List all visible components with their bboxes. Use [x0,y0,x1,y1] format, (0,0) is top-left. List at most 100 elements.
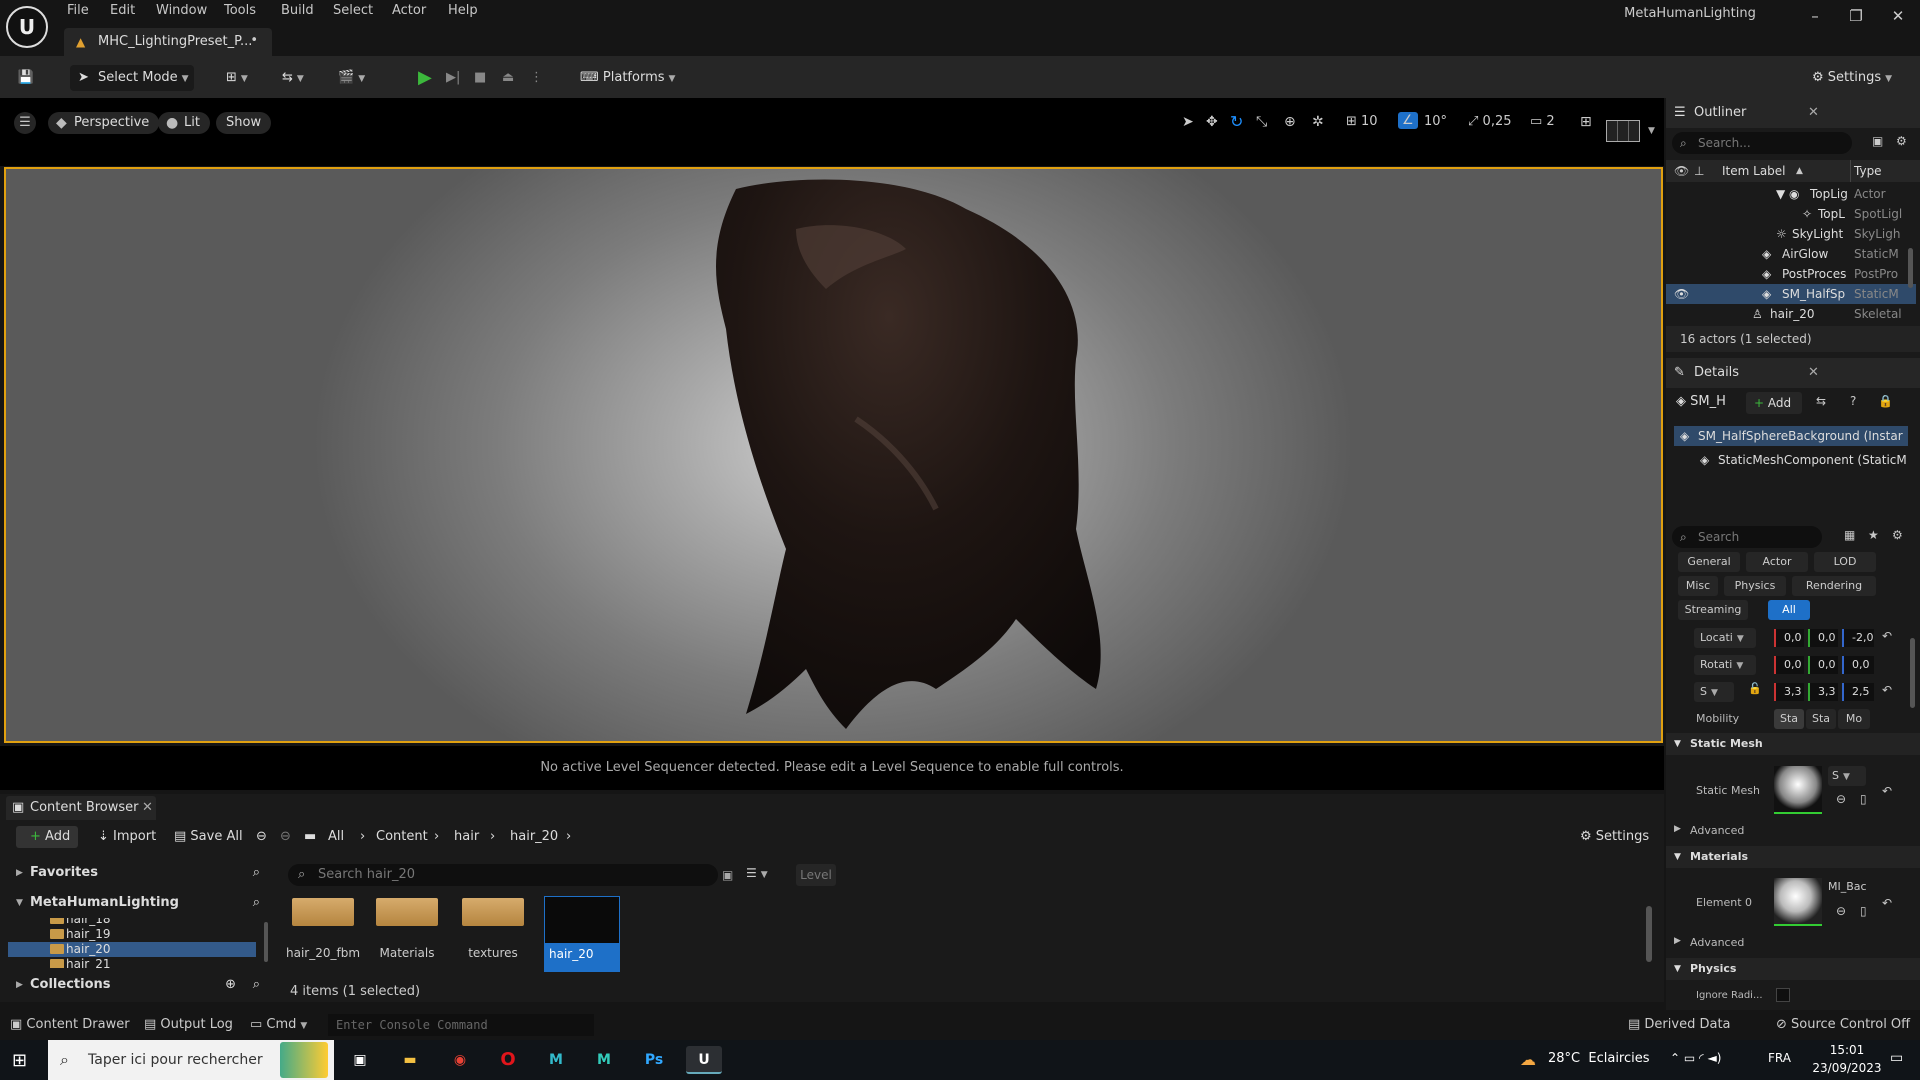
reset-icon[interactable]: ↶ [1882,629,1892,643]
search-icon[interactable]: ⌕ [253,890,260,916]
add-button[interactable]: + Add [16,826,78,848]
task-view-icon[interactable]: ▣ [342,1046,378,1074]
camera-speed-button[interactable]: ▭ 2 [1530,114,1555,129]
gear-icon[interactable]: ⚙ [1892,528,1903,542]
step-icon[interactable]: ▶| [446,65,468,91]
language-indicator[interactable]: FRA [1768,1051,1791,1065]
reset-icon[interactable]: ↶ [1882,784,1892,798]
breadcrumb-content[interactable]: Content [376,826,428,848]
advanced-toggle[interactable]: ▶ Advanced [1674,824,1744,837]
unreal-taskbar-icon[interactable]: U [686,1046,722,1074]
menu-actor[interactable]: Actor [392,3,426,21]
add-collection-icon[interactable]: ⊕ [225,972,236,998]
notification-icon[interactable]: ▭ [1890,1050,1903,1066]
tree-item[interactable]: hair_19 [38,927,111,942]
taskbar-search[interactable]: ⌕ Taper ici pour rechercher [48,1040,334,1080]
ignore-radial-checkbox[interactable] [1776,988,1790,1002]
angle-snap-value[interactable]: 10° [1424,114,1447,129]
back-icon[interactable]: ⊖ [256,826,267,848]
filter-rendering[interactable]: Rendering [1792,576,1876,596]
play-icon[interactable]: ▶ [418,65,440,91]
reset-icon[interactable]: ↶ [1882,683,1892,697]
star-icon[interactable]: ★ [1868,528,1879,542]
visibility-icon[interactable]: 👁 [1674,160,1689,182]
restore-icon[interactable]: ❐ [1836,4,1876,28]
pin-icon[interactable]: ⊥ [1694,160,1704,182]
stop-icon[interactable]: ■ [474,65,496,91]
filter-all[interactable]: All [1768,600,1810,620]
eject-icon[interactable]: ⏏ [502,65,524,91]
scale-x[interactable]: 3,3 [1774,683,1804,701]
static-mesh-thumbnail[interactable] [1774,766,1822,814]
layout-icon[interactable] [1606,120,1640,142]
details-search-input[interactable]: ⌕ Search [1672,526,1822,548]
filter-icon[interactable]: ☰ ▼ [746,866,768,880]
level-filter-chip[interactable]: Level [796,864,836,886]
asset-tile[interactable]: Materials [368,898,446,972]
tree-scrollbar[interactable] [264,922,268,962]
clock-time[interactable]: 15:01 [1812,1043,1882,1057]
file-explorer-icon[interactable]: ▬ [392,1046,428,1074]
menu-file[interactable]: File [67,3,89,21]
filter-misc[interactable]: Misc [1678,576,1718,596]
asset-tile[interactable]: hair_20_fbm [284,898,362,972]
project-section[interactable]: ▼ MetaHumanLighting ⌕ [8,890,270,916]
save-icon[interactable]: 💾 [14,65,38,91]
breadcrumb-hair[interactable]: hair [454,826,479,848]
reset-icon[interactable]: ↶ [1882,896,1892,910]
material-thumbnail[interactable] [1774,878,1822,926]
show-button[interactable]: Show [216,112,272,134]
outliner-scrollbar[interactable] [1908,248,1913,288]
blueprint-icon[interactable]: ⇆ ▼ [282,65,322,91]
material-value[interactable]: MI_Bac [1828,880,1867,893]
chevron-down-icon[interactable]: ▼ [1648,126,1655,136]
asset-search-input[interactable]: ⌕ Search hair_20 [288,864,718,886]
mobility-movable[interactable]: Mo [1838,709,1870,729]
outliner-row[interactable]: ▼ ◉ TopLig Actor [1666,184,1916,204]
console-input[interactable]: Enter Console Command [328,1014,594,1036]
content-browser-tab[interactable]: ▣ Content Browser ✕ [6,796,156,820]
component-child[interactable]: ◈ StaticMeshComponent (StaticM [1696,450,1916,470]
table-view-icon[interactable]: ▦ [1844,528,1855,542]
filter-actor[interactable]: Actor [1746,552,1808,572]
menu-select[interactable]: Select [333,3,373,21]
mobility-stationary[interactable]: Sta [1806,709,1836,729]
browse-icon[interactable]: ⊖ [1836,904,1846,918]
tree-item-selected[interactable]: hair_20 [8,942,256,957]
photoshop-icon[interactable]: Ps [636,1046,672,1074]
import-button[interactable]: ⇣ Import [98,826,156,848]
help-icon[interactable]: ? [1850,394,1856,408]
add-folder-icon[interactable]: ▣ [1872,134,1883,148]
rotation-z[interactable]: 0,0 [1842,656,1874,674]
favorites-section[interactable]: ▶ Favorites ⌕ [8,860,270,886]
opera-icon[interactable]: O [490,1046,526,1074]
cb-settings-button[interactable]: ⚙ Settings [1580,826,1649,848]
visibility-icon[interactable]: 👁 [1674,284,1689,304]
menu-window[interactable]: Window [156,3,207,21]
location-x[interactable]: 0,0 [1774,629,1804,647]
menu-edit[interactable]: Edit [110,3,135,21]
outliner-row[interactable]: ✧ TopL SpotLigl [1666,204,1916,224]
lock-icon[interactable]: 🔓 [1748,682,1762,695]
breadcrumb-all[interactable]: All [328,826,344,848]
outliner-search-input[interactable]: ⌕ Search... [1672,132,1852,154]
details-scrollbar[interactable] [1910,638,1915,708]
level-tab[interactable]: ▲ MHC_LightingPreset_P... • [64,28,272,56]
maya-alt-icon[interactable]: M [586,1046,622,1074]
col-type[interactable]: Type [1854,160,1882,182]
level-viewport[interactable] [4,167,1663,743]
chrome-icon[interactable]: ◉ [442,1046,478,1074]
location-y[interactable]: 0,0 [1808,629,1838,647]
physics-section[interactable]: ▼ Physics [1666,958,1920,980]
scale-tool-icon[interactable]: ⤡ [1256,114,1267,130]
breadcrumb-hair-20[interactable]: hair_20 [510,826,558,848]
forward-icon[interactable]: ⊖ [280,826,291,848]
rotate-tool-icon[interactable]: ↻ [1230,112,1243,131]
maya-icon[interactable]: M [538,1046,574,1074]
rotation-y[interactable]: 0,0 [1808,656,1838,674]
materials-section[interactable]: ▼ Materials [1666,846,1920,868]
outliner-row-selected[interactable]: 👁 ◈ SM_HalfSp StaticM [1666,284,1916,304]
use-selected-icon[interactable]: ▯ [1860,904,1867,918]
add-actor-icon[interactable]: ⊞ ▼ [226,65,266,91]
clock-date[interactable]: 23/09/2023 [1812,1061,1882,1075]
